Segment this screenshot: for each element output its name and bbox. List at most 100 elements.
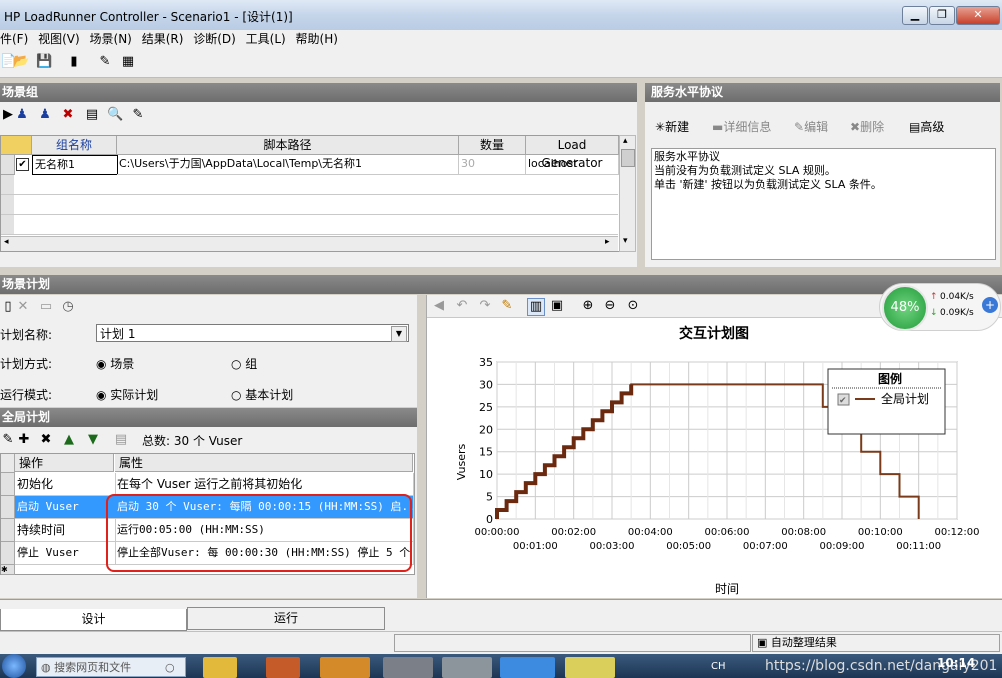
action-row-stop[interactable]: 停止 Vuser — [15, 542, 116, 565]
chevron-down-icon[interactable]: ▼ — [391, 326, 407, 342]
fit-icon[interactable]: ▣ — [549, 298, 565, 314]
taskbar-search[interactable]: ◍ 搜索网页和文件 ○ — [36, 657, 186, 677]
action-row-start[interactable]: 启动 Vuser — [15, 496, 116, 519]
redo-icon[interactable]: ↷ — [477, 298, 493, 314]
zoom-back-icon[interactable]: ◀ — [431, 298, 447, 314]
col-script-path[interactable]: 脚本路径 — [117, 136, 459, 155]
menu-scenario[interactable]: 场景(N) — [90, 30, 138, 49]
plus-icon[interactable]: + — [982, 297, 998, 313]
load-generator-cell[interactable]: localhost — [526, 155, 619, 175]
view-script-icon[interactable]: 🔍 — [107, 107, 123, 123]
language-indicator[interactable]: CH — [711, 661, 726, 672]
notes-taskbar-icon[interactable] — [565, 657, 615, 678]
col-properties[interactable]: 属性 — [115, 454, 413, 472]
edit-action-icon[interactable]: ✎ — [0, 432, 16, 448]
graph-icon[interactable]: ▦ — [120, 54, 136, 70]
delete-schedule-icon[interactable]: ✕ — [15, 299, 31, 315]
script-path-cell[interactable]: C:\Users\于力国\AppData\Local\Temp\无名称1 — [117, 155, 459, 175]
action-row-duration[interactable]: 持续时间 — [15, 519, 116, 542]
sla-details-button[interactable]: ▬详细信息 — [712, 118, 771, 135]
app-taskbar-icon[interactable] — [320, 657, 370, 678]
menu-results[interactable]: 结果(R) — [142, 30, 190, 49]
mode-group-radio[interactable]: ○ 组 — [231, 355, 257, 372]
props-row-init[interactable]: 在每个 Vuser 运行之前将其初始化 — [115, 473, 414, 496]
col-action[interactable]: 操作 — [15, 454, 114, 472]
global-schedule-header: 全局计划 — [0, 408, 417, 427]
legend-title: 图例 — [878, 371, 902, 386]
tab-run[interactable]: 运行 — [187, 607, 385, 630]
horizontal-scrollbar[interactable]: ◂ ▸ — [1, 236, 618, 251]
y-tick-label: 35 — [479, 356, 493, 369]
media-taskbar-icon[interactable] — [266, 657, 300, 678]
zoom-out-icon[interactable]: ⊖ — [602, 298, 618, 314]
col-load-generator[interactable]: Load Generator — [526, 136, 619, 170]
vertical-scrollbar[interactable]: ▴ ▾ — [619, 135, 636, 252]
y-axis-label: Vusers — [455, 443, 468, 480]
tab-design[interactable]: 设计 — [0, 609, 187, 631]
upload-rate: 0.04K/s — [940, 292, 974, 302]
menu-file[interactable]: 件(F) — [0, 30, 34, 49]
col-group-name[interactable]: 组名称 — [32, 136, 117, 155]
undo-icon[interactable]: ↶ — [454, 298, 470, 314]
sla-new-button[interactable]: ✳新建 — [655, 118, 689, 135]
open-icon[interactable]: 📂 — [13, 54, 29, 70]
schedule-clock-icon[interactable]: ◷ — [60, 299, 76, 315]
x-tick-label: 00:02:00 — [551, 527, 596, 538]
y-tick-label: 5 — [486, 491, 493, 504]
zoom-reset-icon[interactable]: ⊙ — [625, 298, 641, 314]
explorer-taskbar-icon[interactable] — [203, 657, 237, 678]
app2-taskbar-icon[interactable] — [383, 657, 433, 678]
col-quantity[interactable]: 数量 — [459, 136, 526, 155]
svg-text:✔: ✔ — [839, 396, 847, 406]
menu-bar: 件(F) 视图(V) 场景(N) 结果(R) 诊断(D) 工具(L) 帮助(H) — [0, 30, 1002, 50]
action-row-init[interactable]: 初始化 — [15, 473, 116, 496]
zoom-in-icon[interactable]: ⊕ — [580, 298, 596, 314]
remove-action-icon[interactable]: ✖ — [38, 432, 54, 448]
run-real-radio[interactable]: ◉ 实际计划 — [96, 386, 158, 403]
group-enabled-checkbox[interactable]: ✔ — [16, 158, 29, 171]
details-icon[interactable]: ▤ — [84, 107, 100, 123]
vusers-icon[interactable]: ♟ — [14, 107, 30, 123]
results-icon[interactable]: ▮ — [66, 54, 82, 70]
schedule-name-select[interactable]: 计划 1 ▼ — [96, 324, 409, 342]
scenario-groups-panel: 场景组 ▶ ♟ ♟ ✖ ▤ 🔍 ✎ 组名称 脚本路径 数量 Load Gener… — [0, 83, 637, 267]
move-down-icon[interactable]: ▼ — [85, 432, 101, 448]
menu-view[interactable]: 视图(V) — [38, 30, 86, 49]
group-name-cell[interactable]: 无名称1 — [32, 155, 118, 175]
rename-schedule-icon[interactable]: ▭ — [38, 299, 54, 315]
minimize-button[interactable]: ▁ — [902, 6, 928, 25]
sla-edit-button[interactable]: ✎编辑 — [794, 118, 828, 135]
ie-taskbar-icon[interactable] — [500, 657, 555, 678]
add-vusers-icon[interactable]: ♟ — [37, 107, 53, 123]
sla-header: 服务水平协议 — [645, 83, 1000, 102]
new-icon: ✳ — [655, 120, 666, 134]
quantity-cell[interactable]: 30 — [459, 155, 526, 175]
sla-advanced-button[interactable]: ▤高级 — [909, 118, 944, 135]
sla-delete-button[interactable]: ✖删除 — [850, 118, 884, 135]
auto-collate-status[interactable]: ▣ 自动整理结果 — [752, 634, 1000, 652]
save-icon[interactable]: 💾 — [36, 54, 52, 70]
pencil-icon[interactable]: ✎ — [499, 298, 515, 314]
schedule-header-bar: 场景计划 — [0, 275, 1002, 295]
analysis-icon[interactable]: ✎ — [97, 54, 113, 70]
edit-script-icon[interactable]: ✎ — [130, 107, 146, 123]
menu-help[interactable]: 帮助(H) — [296, 30, 344, 49]
run-basic-radio[interactable]: ○ 基本计划 — [231, 386, 293, 403]
move-up-icon[interactable]: ▲ — [61, 432, 77, 448]
start-button[interactable] — [2, 654, 26, 678]
new-schedule-icon[interactable]: ▯ — [0, 299, 16, 315]
mode-scenario-radio[interactable]: ◉ 场景 — [96, 355, 134, 372]
network-widget[interactable]: 48% ↑ 0.04K/s ↓ 0.09K/s + — [879, 283, 1001, 331]
menu-tools[interactable]: 工具(L) — [246, 30, 292, 49]
add-action-icon[interactable]: ✚ — [16, 432, 32, 448]
chart-view-icon[interactable]: ▥ — [527, 298, 545, 316]
chart-panel: ◀ ↶ ↷ ✎ ▥ ▣ ⊕ ⊖ ⊙ 交互计划图 0 5 10 15 20 25 30 35 00… — [426, 283, 1002, 598]
menu-diagnostics[interactable]: 诊断(D) — [193, 30, 242, 49]
remove-group-icon[interactable]: ✖ — [60, 107, 76, 123]
maximize-button[interactable]: ❐ — [929, 6, 955, 25]
x-tick-label: 00:04:00 — [628, 527, 673, 538]
loadrunner-taskbar-icon[interactable] — [442, 657, 492, 678]
interactive-schedule-chart: 交互计划图 0 5 10 15 20 25 30 35 00:00:00 00:02:00 00:0… — [455, 325, 979, 596]
copy-icon[interactable]: ▤ — [113, 432, 129, 448]
close-button[interactable]: ✕ — [956, 6, 1000, 25]
